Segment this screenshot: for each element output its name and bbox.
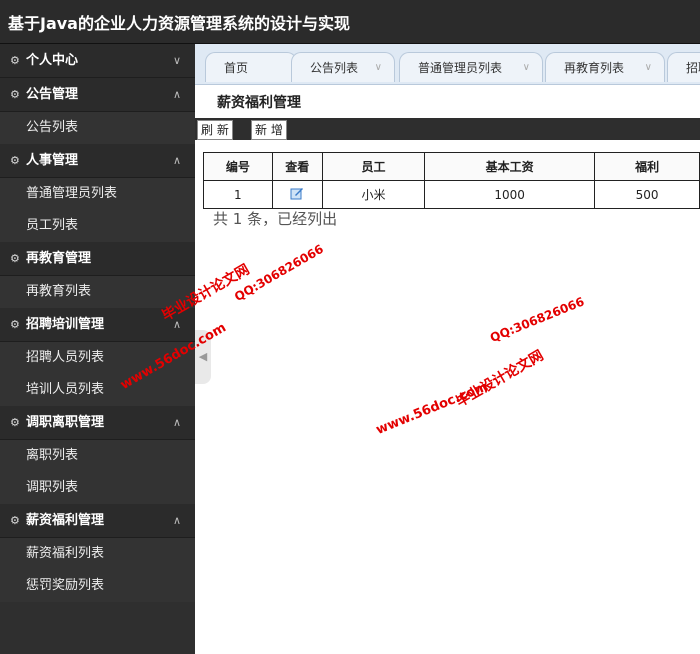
chevron-up-icon: ∧ — [172, 514, 181, 527]
sidebar-group-label: 公告管理 — [26, 87, 79, 102]
chevron-down-icon[interactable]: ∨ — [645, 53, 652, 83]
col-header-view: 查看 — [271, 152, 323, 181]
tab-label: 普通管理员列表 — [418, 61, 503, 75]
page-title: 薪资福利管理 — [217, 95, 301, 111]
sidebar-group-label: 再教育管理 — [26, 251, 92, 266]
sidebar-group-label: 薪资福利管理 — [26, 513, 105, 528]
gear-icon: ⚙ — [10, 514, 20, 527]
gear-icon: ⚙ — [10, 88, 20, 101]
sidebar-group-personnel[interactable]: ⚙ 人事管理 ∧ — [0, 144, 195, 178]
tab-label: 再教育列表 — [564, 61, 625, 75]
sidebar-group-personal[interactable]: ⚙ 个人中心 ∨ — [0, 44, 195, 78]
salary-table: 编号 查看 员工 基本工资 福利 1 小米 1000 500 — [203, 152, 700, 209]
col-header-employee[interactable]: 员工 — [321, 152, 426, 181]
sidebar-group-transfer-resign[interactable]: ⚙ 调职离职管理 ∧ — [0, 406, 195, 440]
gear-icon: ⚙ — [10, 318, 20, 331]
gear-icon: ⚙ — [10, 252, 20, 265]
tab-label: 公告列表 — [310, 61, 359, 75]
chevron-up-icon: ∧ — [172, 154, 181, 167]
sidebar-item-training-list[interactable]: 培训人员列表 — [0, 374, 195, 406]
cell-employee: 小米 — [321, 180, 426, 209]
sidebar-group-label: 招聘培训管理 — [26, 317, 105, 332]
add-button[interactable]: 新 增 — [251, 120, 287, 140]
chevron-down-icon[interactable]: ∨ — [375, 53, 382, 83]
cell-welfare: 500 — [594, 180, 700, 209]
sidebar-group-notice[interactable]: ⚙ 公告管理 ∧ — [0, 78, 195, 112]
chevron-down-icon: ∨ — [172, 54, 181, 67]
sidebar-group-label: 人事管理 — [26, 153, 79, 168]
edit-icon[interactable] — [290, 186, 304, 200]
tab-bar: 首页 公告列表 ∨ 普通管理员列表 ∨ 再教育列表 ∨ 招聘 — [195, 44, 700, 85]
refresh-button[interactable]: 刷 新 — [197, 120, 233, 140]
sidebar-item-resign-list[interactable]: 离职列表 — [0, 440, 195, 472]
sidebar-item-admin-list[interactable]: 普通管理员列表 — [0, 178, 195, 210]
record-summary: 共 1 条，已经列出 — [213, 210, 338, 228]
sidebar-group-label: 调职离职管理 — [26, 415, 105, 430]
toolbar: 刷 新 新 增 — [195, 118, 700, 140]
sidebar-item-salary-list[interactable]: 薪资福利列表 — [0, 538, 195, 570]
sidebar-item-employee-list[interactable]: 员工列表 — [0, 210, 195, 242]
app-title: 基于Java的企业人力资源管理系统的设计与实现 — [8, 14, 350, 33]
sidebar-item-notice-list[interactable]: 公告列表 — [0, 112, 195, 144]
cell-base-salary: 1000 — [423, 180, 596, 209]
sidebar-item-reward-list[interactable]: 惩罚奖励列表 — [0, 570, 195, 602]
tab-home[interactable]: 首页 — [205, 52, 297, 82]
tab-admin-list[interactable]: 普通管理员列表 ∨ — [399, 52, 543, 82]
col-header-base-salary[interactable]: 基本工资 — [423, 152, 596, 181]
gear-icon: ⚙ — [10, 154, 20, 167]
sidebar: ⚙ 个人中心 ∨ ⚙ 公告管理 ∧ 公告列表 ⚙ 人事管理 ∧ 普通管理员列表 员工列… — [0, 44, 195, 654]
chevron-down-icon[interactable]: ∨ — [523, 53, 530, 83]
cell-view — [271, 180, 323, 209]
chevron-up-icon: ∧ — [172, 88, 181, 101]
app-header: 基于Java的企业人力资源管理系统的设计与实现 — [0, 0, 700, 44]
sidebar-group-label: 个人中心 — [26, 53, 79, 68]
col-header-welfare[interactable]: 福利 — [594, 152, 700, 181]
sidebar-item-transfer-list[interactable]: 调职列表 — [0, 472, 195, 504]
tab-reeducation-list[interactable]: 再教育列表 ∨ — [545, 52, 665, 82]
table-header-row: 编号 查看 员工 基本工资 福利 — [203, 152, 700, 181]
table-row: 1 小米 1000 500 — [203, 180, 700, 209]
sidebar-group-reeducation[interactable]: ⚙ 再教育管理 — [0, 242, 195, 276]
tab-label: 首页 — [224, 61, 249, 75]
tab-notice-list[interactable]: 公告列表 ∨ — [291, 52, 395, 82]
gear-icon: ⚙ — [10, 54, 20, 67]
tab-recruit[interactable]: 招聘 — [667, 52, 700, 82]
tab-label: 招聘 — [686, 61, 700, 75]
main-content: 首页 公告列表 ∨ 普通管理员列表 ∨ 再教育列表 ∨ 招聘 薪资福利管理 刷 … — [195, 44, 700, 654]
cell-id: 1 — [203, 180, 273, 209]
chevron-up-icon: ∧ — [172, 416, 181, 429]
sidebar-group-salary[interactable]: ⚙ 薪资福利管理 ∧ — [0, 504, 195, 538]
gear-icon: ⚙ — [10, 416, 20, 429]
chevron-left-icon: ◀ — [198, 350, 208, 363]
col-header-id[interactable]: 编号 — [203, 152, 273, 181]
